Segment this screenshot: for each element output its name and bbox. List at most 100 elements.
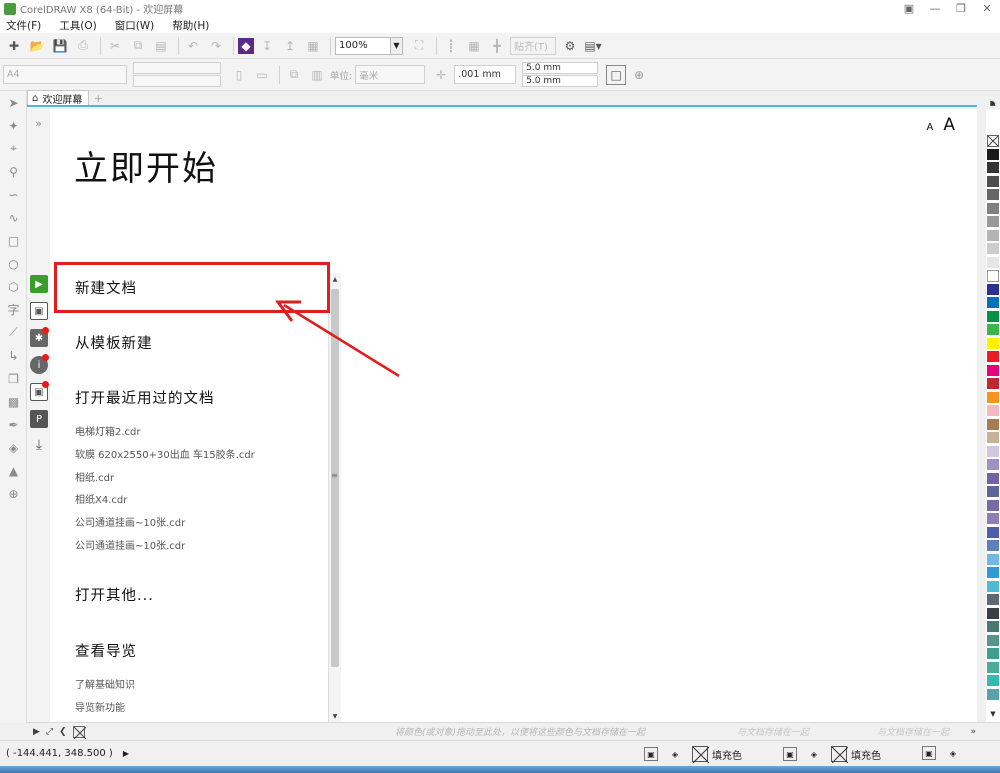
text-tool-icon[interactable]: 字	[0, 298, 27, 321]
print-icon[interactable]: ⎙	[73, 36, 93, 56]
color-swatch[interactable]	[987, 283, 999, 296]
color-swatch[interactable]	[987, 621, 999, 633]
color-swatch[interactable]	[987, 378, 999, 390]
save-icon[interactable]: 💾	[50, 36, 70, 56]
color-swatch[interactable]	[987, 148, 999, 161]
import-icon[interactable]: ↧	[257, 36, 277, 56]
color-swatch[interactable]	[987, 337, 999, 350]
ellipse-tool-icon[interactable]: ○	[0, 252, 27, 275]
minimize-button[interactable]: —	[922, 0, 948, 17]
color-swatch[interactable]	[987, 445, 999, 458]
pick-tool-icon[interactable]: ➤	[0, 91, 27, 114]
color-swatch[interactable]	[987, 459, 999, 471]
portrait-icon[interactable]: ▯	[229, 65, 249, 85]
color-proof-icon[interactable]: ▣	[644, 747, 658, 761]
page-height-field[interactable]	[133, 75, 221, 87]
font-smaller-button[interactable]: A	[927, 122, 934, 133]
transparency-tool-icon[interactable]: ▩	[0, 390, 27, 413]
color-swatch[interactable]	[987, 634, 999, 647]
corel-connect-icon[interactable]: ◆	[238, 37, 254, 54]
copy-icon[interactable]: ⧉	[128, 36, 148, 56]
add-tool-icon[interactable]: ⊕	[0, 482, 27, 505]
all-pages-icon[interactable]: ⧉	[284, 65, 304, 85]
close-button[interactable]: ✕	[974, 0, 1000, 17]
coords-expand-icon[interactable]: ▶	[123, 749, 129, 758]
tab-welcome-screen[interactable]: ⌂ 欢迎屏幕	[27, 90, 90, 106]
color-proof-icon[interactable]: ▣	[922, 746, 936, 760]
color-swatch[interactable]	[987, 297, 999, 309]
crop-tool-icon[interactable]: ⌖	[0, 137, 27, 160]
recent-file-link[interactable]: 相纸X4.cdr	[75, 491, 127, 506]
redo-icon[interactable]: ↷	[206, 36, 226, 56]
open-folder-icon[interactable]: 📂	[27, 36, 47, 56]
learn-basics-link[interactable]: 了解基础知识	[75, 676, 135, 691]
color-swatch[interactable]	[987, 256, 999, 269]
export-icon[interactable]: ↥	[280, 36, 300, 56]
fill-bucket-icon[interactable]: ◈	[946, 746, 960, 760]
color-swatch[interactable]	[987, 189, 999, 201]
guidelines-icon[interactable]: ╋	[487, 36, 507, 56]
color-swatch[interactable]	[987, 688, 999, 701]
color-swatch[interactable]	[987, 216, 999, 228]
color-swatch[interactable]	[987, 270, 999, 282]
color-swatch[interactable]	[987, 594, 999, 606]
color-swatch[interactable]	[987, 567, 999, 579]
color-swatch[interactable]	[987, 472, 999, 485]
color-swatch[interactable]	[987, 162, 999, 174]
connector-tool-icon[interactable]: ↳	[0, 344, 27, 367]
options-gear-icon[interactable]: ⚙	[560, 36, 580, 56]
new-from-template-link[interactable]: 从模板新建	[75, 332, 153, 353]
color-swatch[interactable]	[987, 607, 999, 620]
open-other-link[interactable]: 打开其他...	[75, 584, 154, 605]
color-swatch[interactable]	[987, 486, 999, 498]
duplicate-y-field[interactable]: 5.0 mm	[522, 75, 599, 87]
no-color-icon[interactable]	[72, 725, 87, 739]
expand-chevron-icon[interactable]: »	[27, 113, 50, 133]
tour-new-features-link[interactable]: 导览新功能	[75, 699, 125, 714]
current-page-icon[interactable]: ▥	[307, 65, 327, 85]
color-swatch[interactable]	[987, 648, 999, 660]
new-tab-plus-icon[interactable]: +	[91, 92, 105, 105]
color-swatch[interactable]	[987, 364, 999, 377]
color-swatch[interactable]	[987, 540, 999, 552]
color-swatch[interactable]	[987, 351, 999, 363]
color-swatch[interactable]	[987, 418, 999, 431]
zoom-level-select[interactable]: 100% ▼	[335, 36, 403, 55]
zoom-tool-icon[interactable]: ⚲	[0, 160, 27, 183]
palette-expand-icon[interactable]: ▶	[986, 97, 1000, 108]
nav-back-icon[interactable]: ❮	[59, 727, 67, 737]
publish-pdf-icon[interactable]: ▦	[303, 36, 323, 56]
list-scrollbar[interactable]: ▲ ≡ ▼	[328, 273, 341, 722]
nav-play-icon[interactable]: ▶	[33, 727, 40, 737]
color-swatch[interactable]	[987, 580, 999, 593]
eyedropper-icon[interactable]: ✒	[0, 413, 27, 436]
freehand-tool-icon[interactable]: ∽	[0, 183, 27, 206]
shape-tool-icon[interactable]: ✦	[0, 114, 27, 137]
smart-fill-icon[interactable]: ▲	[0, 459, 27, 482]
add-icon[interactable]: ⊕	[629, 65, 649, 85]
paste-icon[interactable]: ▤	[151, 36, 171, 56]
color-swatch[interactable]	[987, 526, 999, 539]
color-proof-icon[interactable]: ▣	[783, 747, 797, 761]
scroll-up-icon[interactable]: ▲	[329, 273, 341, 285]
scroll-down-icon[interactable]: ▼	[329, 710, 341, 722]
recent-file-link[interactable]: 电梯灯箱2.cdr	[75, 423, 141, 438]
polygon-tool-icon[interactable]: ⬡	[0, 275, 27, 298]
color-swatch[interactable]	[987, 432, 999, 444]
color-swatch[interactable]	[987, 202, 999, 215]
landscape-icon[interactable]: ▭	[252, 65, 272, 85]
snap-to-select[interactable]: 贴齐(T)	[510, 36, 556, 55]
duplicate-x-field[interactable]: 5.0 mm	[522, 62, 599, 74]
artistic-media-icon[interactable]: ∿	[0, 206, 27, 229]
fill-bucket-icon[interactable]: ◈	[807, 747, 821, 761]
fill-bucket-icon[interactable]: ◈	[668, 747, 682, 761]
color-swatch[interactable]	[987, 243, 999, 255]
menu-tools[interactable]: 工具(O)	[59, 18, 96, 33]
account-icon[interactable]: ▣	[896, 0, 922, 17]
full-screen-icon[interactable]: ⛶	[409, 36, 429, 56]
color-swatch[interactable]	[987, 324, 999, 336]
page-width-field[interactable]	[133, 62, 221, 74]
color-swatch[interactable]	[987, 175, 999, 188]
undo-icon[interactable]: ↶	[183, 36, 203, 56]
page-frame-icon[interactable]: □	[606, 64, 627, 85]
